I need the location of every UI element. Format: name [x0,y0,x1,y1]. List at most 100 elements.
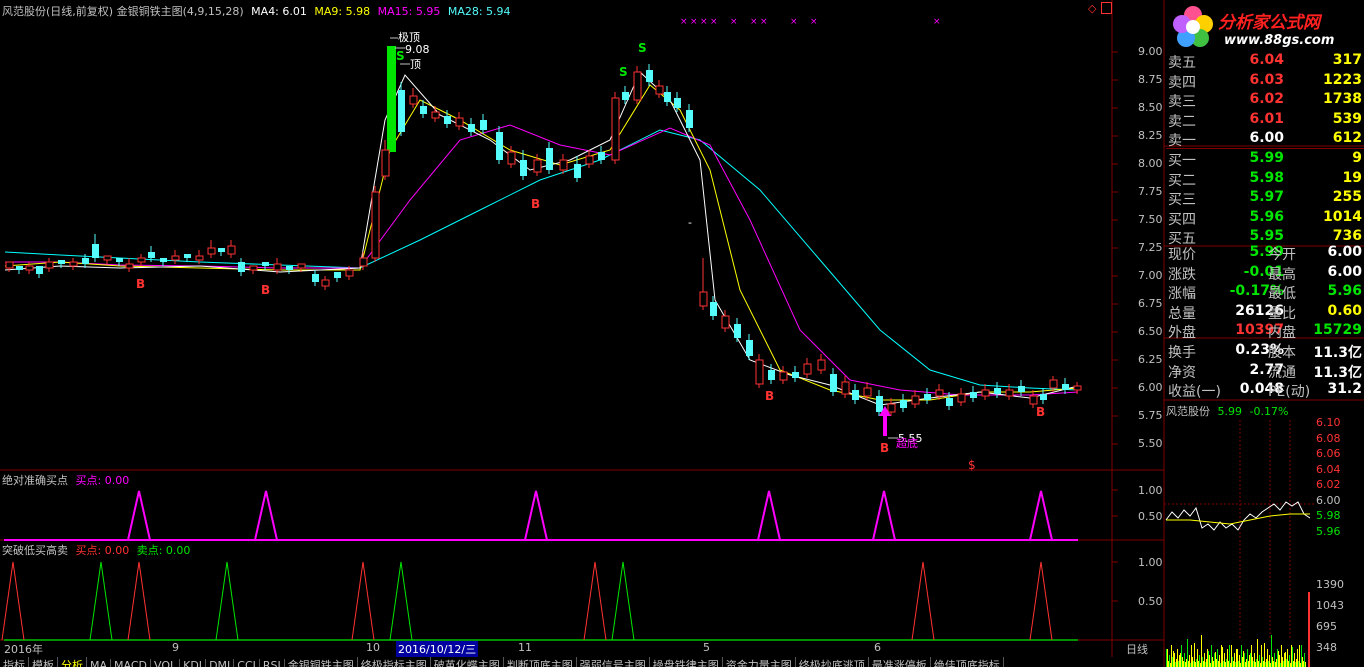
mini-volume-bar [1268,661,1269,667]
order-price: 5.99 [1249,150,1284,166]
candle [841,381,850,395]
mini-volume-bar [1304,653,1305,667]
tab-19[interactable]: 绝佳顶底指标 [931,657,1004,667]
candle [1049,379,1058,389]
tab-13[interactable]: 判断顶底主图 [504,657,577,667]
candles [5,64,1082,416]
panel2-header: 突破低买高卖 买点: 0.00 卖点: 0.00 [2,542,190,558]
buy-signal-b2: B [261,283,270,297]
tab-17[interactable]: 终极抄底逃顶 [796,657,869,667]
quote-row: 换手 0.23% 股本 11.3亿 [1166,342,1364,362]
mini-volume-bar [1271,635,1272,667]
order-price: 5.95 [1249,228,1284,245]
mini-volume-bar [1175,662,1176,667]
mini-volume-bar [1238,661,1239,667]
mini-volume-bar [1213,661,1214,667]
candle [507,151,516,165]
tab-11[interactable]: 终极指标主图 [358,657,431,667]
mini-intraday-chart [1164,420,1314,640]
tab-4[interactable]: MACD [111,659,151,667]
mini-volume-bar [1211,645,1212,667]
buy-signal-b4: B [765,389,774,403]
order-row-buy[interactable]: 买三 5.97 255 [1166,189,1364,209]
mini-volume-bar [1237,649,1238,667]
tab-14[interactable]: 强弱信号主图 [577,657,650,667]
tab-15[interactable]: 操盘铁律主图 [650,657,723,667]
mini-volume-bar [1274,653,1275,667]
ma4-line [4,71,1079,406]
mini-volume-bar [1259,655,1260,667]
mini-volume-bar [1301,645,1302,667]
x-year: 2016年 [4,643,43,656]
svg-text:×: × [750,17,758,27]
order-row-buy[interactable]: 买二 5.98 19 [1166,170,1364,190]
mini-axis-label: 6.02 [1316,478,1341,491]
candle [768,370,775,380]
candle [409,95,418,105]
tab-2[interactable]: 分析 [58,657,87,667]
mini-volume-bar [1167,649,1168,667]
mini-volume-bar [1280,663,1281,667]
tab-0[interactable]: 指标 [0,657,29,667]
quote-row: 总量 26126 量比 0.60 [1166,303,1364,323]
panel1-axis-1: 1.00 [1138,484,1163,497]
tab-16[interactable]: 资金力量主图 [723,657,796,667]
tab-12[interactable]: 破茧化蝶主图 [431,657,504,667]
candle [1005,389,1014,397]
mini-volume-bar [1244,653,1245,667]
price-axis-label: 7.00 [1138,269,1163,282]
price-axis-label: 7.50 [1138,213,1163,226]
mini-volume-bar [1302,657,1303,667]
price-axis-label: 7.25 [1138,241,1163,254]
order-row-buy[interactable]: 买一 5.99 9 [1166,150,1364,170]
mini-volume-bar [1178,661,1179,667]
candle [359,257,368,267]
candle [734,324,741,338]
mini-volume-bar [1293,661,1294,667]
tab-1[interactable]: 模板 [29,657,58,667]
tab-3[interactable]: MA [87,659,112,667]
ma4-value: MA4: 6.01 [251,5,307,18]
tab-18[interactable]: 最准涨停板 [869,657,931,667]
dollar-mark: $ [968,458,976,472]
quote-value: 31.2 [1327,381,1362,398]
tab-7[interactable]: DMI [206,659,235,667]
tab-6[interactable]: KDJ [180,659,207,667]
price-axis-label: 6.50 [1138,325,1163,338]
mini-volume-bar [1278,651,1279,667]
order-book: 卖五 6.04 317 卖四 6.03 1223 卖三 6.02 1738 卖二 6.01 539 卖一… [1166,50,1364,247]
quote-value: 0.60 [1327,302,1362,319]
mini-volume-bar [1171,645,1172,667]
price-axis-label: 5.75 [1138,409,1163,422]
mini-volume-bar [1297,649,1298,667]
svg-text:×: × [710,17,718,27]
candle [1073,385,1082,391]
candle [655,85,664,95]
window-toggle-icon[interactable] [1101,2,1112,14]
mini-volume-bar [1226,659,1227,667]
quote-label: 今开 [1268,247,1296,263]
candle [779,371,788,381]
candle [1018,386,1025,392]
mini-volume-bar [1245,662,1246,667]
mini-volume-bar [1266,659,1267,667]
order-row-buy[interactable]: 买四 5.96 1014 [1166,209,1364,229]
tab-5[interactable]: VOL [151,659,181,667]
high-value: 9.08 [405,43,430,56]
mini-volume-bar [1202,657,1203,667]
order-row-sell[interactable]: 卖二 6.01 539 [1166,111,1364,131]
candle [633,71,642,101]
order-row-sell[interactable]: 卖四 6.03 1223 [1166,72,1364,92]
candle [830,374,837,392]
order-row-sell[interactable]: 卖三 6.02 1738 [1166,91,1364,111]
tab-8[interactable]: CCI [234,659,260,667]
diamond-icon[interactable]: ◇ [1088,2,1096,15]
tab-9[interactable]: RSI [260,659,285,667]
quote-row: 净资 2.77 流通 11.3亿 [1166,362,1364,382]
period-label[interactable]: 日线 [1126,641,1148,657]
tab-10[interactable]: 金银铜铁主图 [285,657,358,667]
mini-volume-bar [1289,655,1290,667]
mini-volume-bar [1262,657,1263,667]
quote-row: 收益(一) 0.048 PE(动) 31.2 [1166,381,1364,401]
order-row-sell[interactable]: 卖五 6.04 317 [1166,52,1364,72]
